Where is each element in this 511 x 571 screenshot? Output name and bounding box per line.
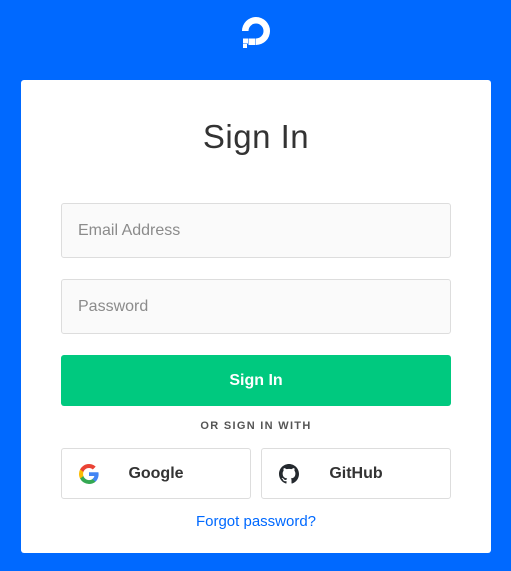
sign-in-button[interactable]: Sign In: [61, 355, 451, 406]
password-field[interactable]: [61, 279, 451, 334]
github-sign-in-button[interactable]: GitHub: [261, 448, 451, 499]
digitalocean-logo-icon: [242, 17, 270, 48]
email-field[interactable]: [61, 203, 451, 258]
sign-in-card: Sign In Sign In OR SIGN IN WITH Google G…: [21, 80, 491, 553]
google-label: Google: [128, 465, 184, 482]
github-label: GitHub: [329, 465, 383, 482]
page-title: Sign In: [202, 118, 310, 155]
social-divider-text: OR SIGN IN WITH: [200, 420, 312, 432]
forgot-password-link[interactable]: Forgot password?: [21, 513, 491, 530]
google-sign-in-button[interactable]: Google: [61, 448, 251, 499]
